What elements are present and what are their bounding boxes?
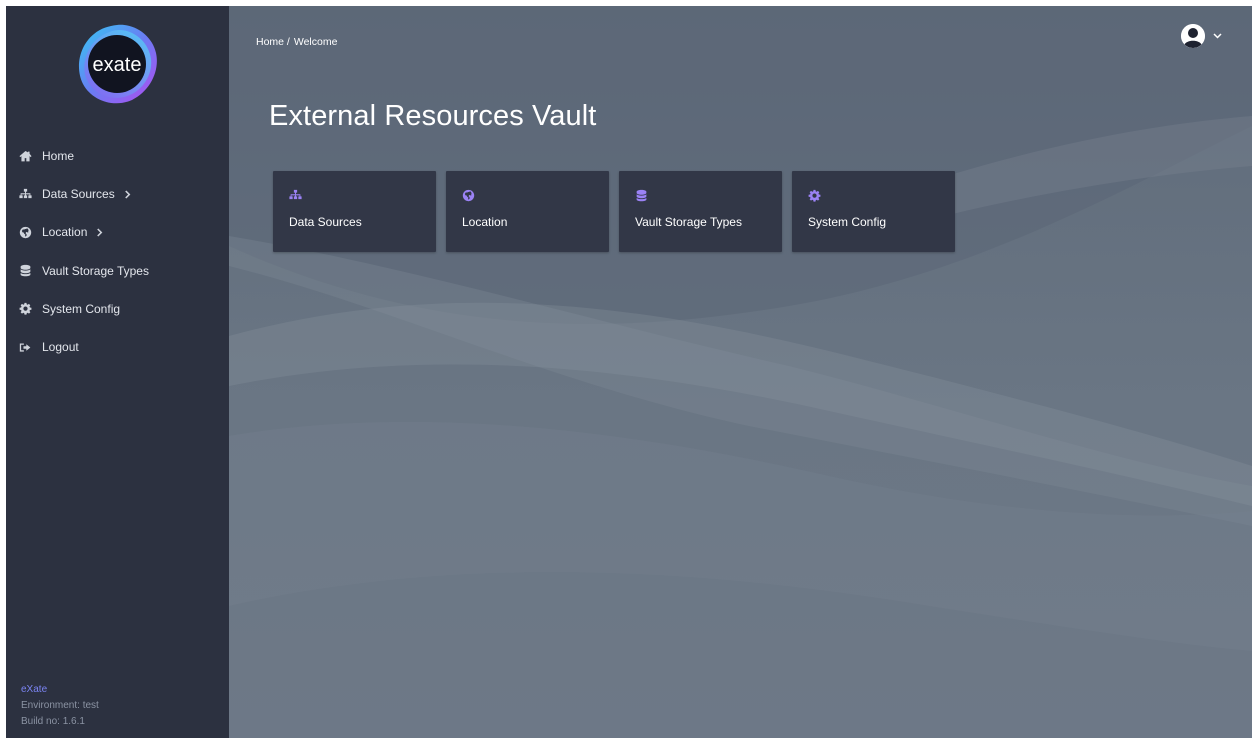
sitemap-icon [289,189,303,203]
sidebar-item-label: Home [42,149,75,164]
card-vault-storage-types[interactable]: Vault Storage Types [619,171,782,252]
svg-text:exate: exate [93,54,142,76]
logo-graphic: exate [78,24,157,104]
card-label: Location [462,215,508,229]
sidebar: exate Home Data Sources Location Vault S… [6,6,229,738]
chevron-down-icon [1213,33,1222,39]
sidebar-item-home[interactable]: Home [6,137,229,175]
sidebar-item-logout[interactable]: Logout [6,328,229,366]
sidebar-item-label: System Config [42,301,121,316]
sign-out-icon [18,340,32,354]
home-icon [18,149,32,163]
chevron-right-icon [124,189,132,199]
sitemap-icon [18,187,32,201]
card-location[interactable]: Location [446,171,609,252]
database-icon [18,264,32,278]
sidebar-item-system-config[interactable]: System Config [6,290,229,328]
card-label: System Config [808,215,887,229]
page-title: External Resources Vault [269,100,597,132]
build-info: Build no: 1.6.1 [21,716,85,727]
globe-icon [18,225,32,239]
sidebar-item-vault-storage-types[interactable]: Vault Storage Types [6,252,229,290]
main-content: Home / Welcome External Resources Vault … [229,6,1252,738]
environment-info: Environment: test [21,700,99,711]
user-circle-icon [1181,24,1205,48]
sidebar-item-label: Data Sources [42,187,115,202]
app-window: exate Home Data Sources Location Vault S… [6,6,1252,738]
breadcrumb-current: Welcome [293,36,338,48]
exate-logo[interactable]: exate [74,21,160,107]
sidebar-item-location[interactable]: Location [6,213,229,251]
breadcrumb: Home / Welcome [256,36,337,48]
gear-icon [808,189,822,203]
card-system-config[interactable]: System Config [792,171,955,252]
breadcrumb-home-link[interactable]: Home / [256,36,290,48]
sidebar-item-label: Location [42,225,88,240]
database-icon [635,189,649,203]
card-label: Vault Storage Types [635,215,742,229]
card-data-sources[interactable]: Data Sources [273,171,436,252]
sidebar-item-data-sources[interactable]: Data Sources [6,175,229,213]
globe-icon [462,189,476,203]
footer-brand: eXate [21,684,48,695]
card-label: Data Sources [289,215,362,229]
sidebar-item-label: Logout [42,340,79,355]
chevron-right-icon [96,227,104,237]
sidebar-nav: Home Data Sources Location Vault Storage… [6,137,229,366]
sidebar-footer: eXate Environment: test Build no: 1.6.1 [21,682,99,730]
user-menu[interactable] [1181,24,1222,48]
sidebar-item-label: Vault Storage Types [42,263,149,278]
gear-icon [18,302,32,316]
quick-links: Data Sources Location Vault Storage Type… [273,171,955,252]
